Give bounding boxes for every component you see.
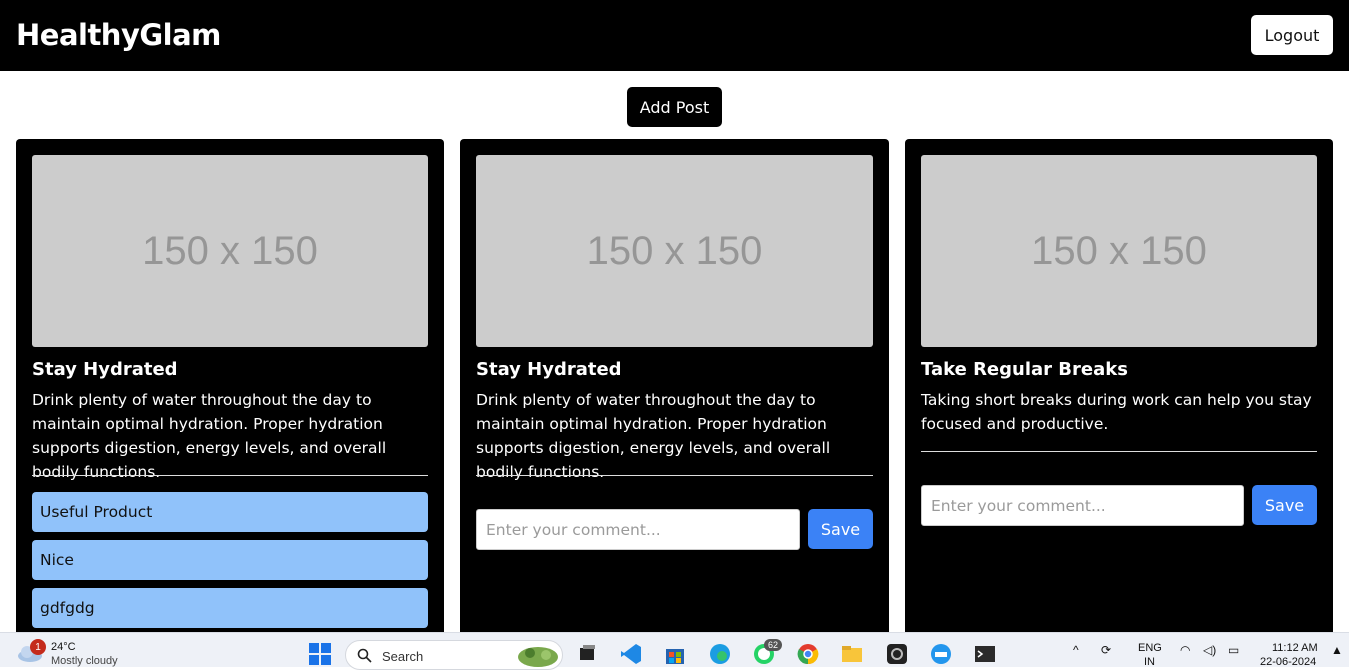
docker-icon[interactable] [928, 641, 954, 667]
battery-icon[interactable]: ▭ [1228, 643, 1239, 657]
github-desktop-icon[interactable] [884, 641, 910, 667]
vscode-icon[interactable] [618, 641, 644, 667]
post-title: Stay Hydrated [32, 359, 178, 380]
clock-date[interactable]: 22-06-2024 [1260, 656, 1316, 668]
taskbar-search-box[interactable]: Search [345, 640, 563, 670]
task-view-icon[interactable] [574, 641, 600, 667]
show-hidden-icons-chevron-icon[interactable]: ^ [1073, 643, 1079, 657]
weather-description[interactable]: Mostly cloudy [51, 655, 118, 667]
post-image: 150 x 150 [921, 155, 1317, 347]
sync-icon[interactable]: ⟳ [1101, 643, 1111, 657]
save-comment-button[interactable]: Save [808, 509, 873, 549]
post-divider [32, 475, 428, 476]
windows-taskbar: 1 24°C Mostly cloudy Search 62 ^ ⟳ ENG I… [0, 632, 1349, 670]
add-post-button[interactable]: Add Post [627, 87, 722, 127]
weather-temperature[interactable]: 24°C [51, 641, 76, 653]
windows-start-icon[interactable] [307, 641, 333, 667]
comment-item: Useful Product [32, 492, 428, 532]
comment-input[interactable] [476, 509, 800, 550]
search-label: Search [382, 649, 424, 664]
post-card: 150 x 150 Stay Hydrated Drink plenty of … [16, 139, 444, 639]
comment-item: gdfgdg [32, 588, 428, 628]
post-divider [476, 475, 873, 476]
post-divider [921, 451, 1317, 452]
comment-item: Nice [32, 540, 428, 580]
notification-bell-icon[interactable]: ▲ [1331, 643, 1343, 657]
microsoft-store-icon[interactable] [662, 641, 688, 667]
post-image: 150 x 150 [32, 155, 428, 347]
whatsapp-badge: 62 [764, 639, 783, 651]
terminal-icon[interactable] [972, 641, 998, 667]
post-title: Stay Hydrated [476, 359, 622, 380]
post-card: 150 x 150 Stay Hydrated Drink plenty of … [460, 139, 889, 639]
edge-browser-icon[interactable] [707, 641, 733, 667]
search-highlight-icon [518, 647, 558, 667]
brand-logo-text[interactable]: HealthyGlam [16, 18, 221, 52]
wifi-icon[interactable]: ◠ [1180, 643, 1190, 657]
volume-icon[interactable]: ◁) [1203, 643, 1216, 657]
post-body: Taking short breaks during work can help… [921, 391, 1312, 433]
post-title: Take Regular Breaks [921, 359, 1128, 380]
logout-button[interactable]: Logout [1251, 15, 1333, 55]
save-comment-button[interactable]: Save [1252, 485, 1317, 525]
post-body: Drink plenty of water throughout the day… [476, 391, 831, 481]
file-explorer-icon[interactable] [839, 641, 865, 667]
top-navbar: HealthyGlam Logout [0, 0, 1349, 71]
clock-time[interactable]: 11:12 AM [1272, 642, 1318, 654]
search-icon [357, 648, 372, 663]
comment-input[interactable] [921, 485, 1244, 526]
post-body: Drink plenty of water throughout the day… [32, 391, 387, 481]
post-image: 150 x 150 [476, 155, 873, 347]
language-indicator[interactable]: ENG [1138, 642, 1162, 654]
region-indicator[interactable]: IN [1144, 656, 1155, 668]
chrome-icon[interactable] [795, 641, 821, 667]
post-card: 150 x 150 Take Regular Breaks Taking sho… [905, 139, 1333, 639]
weather-notification-badge: 1 [30, 639, 46, 655]
